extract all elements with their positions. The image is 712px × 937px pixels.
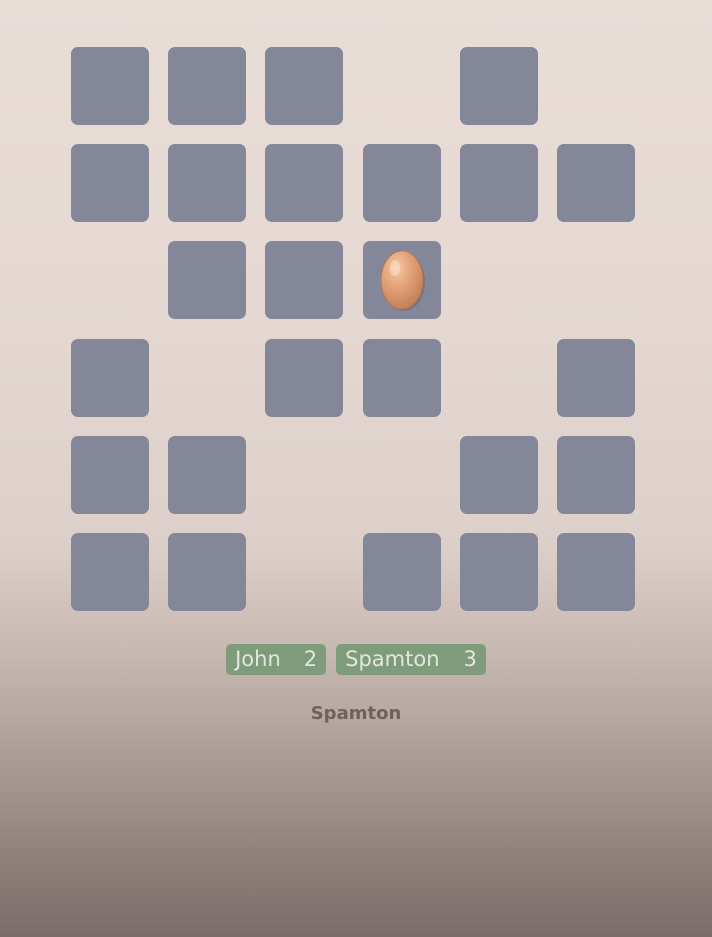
- tile[interactable]: [168, 241, 247, 320]
- game-board: [71, 47, 635, 611]
- tile[interactable]: [556, 144, 635, 223]
- player-score-john: John 2: [226, 644, 327, 675]
- tile[interactable]: [71, 532, 149, 611]
- empty-cell: [265, 533, 343, 611]
- tile[interactable]: [265, 47, 344, 125]
- tile[interactable]: [168, 47, 247, 125]
- tile[interactable]: [362, 532, 441, 611]
- empty-cell: [460, 241, 538, 319]
- tile[interactable]: [556, 532, 635, 611]
- tile[interactable]: [556, 338, 635, 417]
- player-name: John: [235, 647, 281, 671]
- player-score-value: 2: [303, 647, 318, 671]
- empty-cell: [363, 436, 441, 514]
- empty-cell: [460, 339, 538, 417]
- empty-cell: [557, 47, 635, 125]
- player-score-value: 3: [463, 647, 477, 671]
- tile[interactable]: [556, 435, 635, 514]
- tile[interactable]: [459, 435, 538, 514]
- empty-cell: [265, 436, 343, 514]
- tile[interactable]: [71, 435, 149, 514]
- egg-icon: [380, 250, 425, 312]
- tile[interactable]: [265, 144, 344, 223]
- player-name: Spamton: [345, 647, 440, 671]
- empty-cell: [557, 241, 635, 319]
- empty-cell: [168, 339, 246, 417]
- empty-cell: [71, 241, 149, 319]
- tile[interactable]: [459, 144, 538, 223]
- tile[interactable]: [168, 435, 247, 514]
- tile[interactable]: [265, 338, 344, 417]
- scoreboard: John 2 Spamton 3: [0, 644, 712, 675]
- tile[interactable]: [71, 338, 149, 417]
- tile[interactable]: [362, 338, 441, 417]
- tile[interactable]: [459, 47, 538, 125]
- tile[interactable]: [168, 532, 247, 611]
- player-score-spamton: Spamton 3: [336, 644, 486, 675]
- tile[interactable]: [362, 144, 441, 223]
- tile[interactable]: [265, 241, 344, 320]
- tile-with-egg[interactable]: [362, 241, 441, 320]
- current-turn-label: Spamton: [310, 703, 402, 724]
- tile[interactable]: [459, 532, 538, 611]
- tile[interactable]: [71, 144, 149, 223]
- empty-cell: [363, 47, 441, 125]
- tile[interactable]: [168, 144, 247, 223]
- tile[interactable]: [71, 47, 149, 125]
